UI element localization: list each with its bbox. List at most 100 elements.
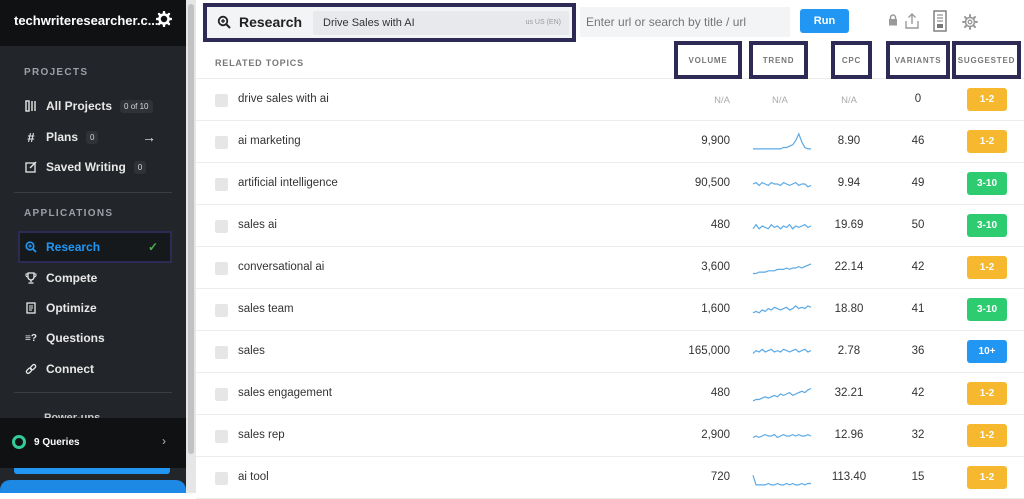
- trend-sparkline: [753, 263, 812, 275]
- chevron-right-icon[interactable]: ›: [162, 434, 166, 448]
- scrollbar[interactable]: [186, 0, 196, 493]
- sidebar-item-label: Research: [46, 240, 101, 254]
- suggested-badge[interactable]: 1-2: [967, 424, 1007, 447]
- sidebar-item-plans[interactable]: # Plans 0 →: [20, 123, 170, 151]
- trend-sparkline: [752, 475, 811, 486]
- row-checkbox[interactable]: [215, 262, 228, 275]
- row-keyword[interactable]: conversational ai: [238, 261, 324, 273]
- research-query-box: Research Drive Sales with AI us US (EN): [203, 3, 576, 42]
- table-header: RELATED TOPICS VOLUME TREND CPC VARIANTS…: [196, 41, 1024, 79]
- row-keyword[interactable]: ai marketing: [238, 135, 301, 147]
- suggested-badge[interactable]: 3-10: [967, 298, 1007, 321]
- suggested-badge[interactable]: 10+: [967, 340, 1007, 363]
- row-keyword[interactable]: artificial intelligence: [238, 177, 338, 189]
- table-row[interactable]: sales 165,000 2.78 36 10+: [196, 331, 1024, 373]
- table-row[interactable]: sales team 1,600 18.80 41 3-10: [196, 289, 1024, 331]
- topic-input[interactable]: Drive Sales with AI us US (EN): [313, 11, 569, 35]
- gear-icon[interactable]: [156, 11, 172, 27]
- row-keyword[interactable]: sales ai: [238, 219, 277, 231]
- table-row[interactable]: conversational ai 3,600 22.14 42 1-2: [196, 247, 1024, 289]
- sidebar-divider: [14, 192, 172, 193]
- sidebar-bottom-button[interactable]: [0, 480, 186, 493]
- arrow-right-icon[interactable]: →: [142, 129, 156, 145]
- row-volume: 90,500: [694, 177, 730, 189]
- row-variants: 32: [911, 429, 925, 441]
- sidebar-item-connect[interactable]: Connect: [20, 355, 170, 383]
- project-count-badge: 0 of 10: [120, 99, 153, 113]
- row-keyword[interactable]: sales rep: [238, 429, 285, 441]
- suggested-badge[interactable]: 3-10: [967, 172, 1007, 195]
- row-checkbox[interactable]: [215, 472, 228, 485]
- table-row[interactable]: drive sales with ai N/A N/A N/A 0 1-2: [196, 79, 1024, 121]
- column-header-cpc[interactable]: CPC: [831, 41, 872, 79]
- trend-line: [752, 387, 812, 402]
- trend-line: [752, 181, 812, 188]
- table-row[interactable]: sales engagement 480 32.21 42 1-2: [196, 373, 1024, 415]
- locale-selector[interactable]: us US (EN): [526, 19, 561, 26]
- row-keyword[interactable]: sales team: [238, 303, 294, 315]
- sidebar-item-label: Saved Writing: [46, 160, 126, 174]
- row-variants: 42: [911, 261, 925, 273]
- sidebar-item-saved-writing[interactable]: Saved Writing 0: [20, 153, 170, 181]
- sidebar-item-label: Optimize: [46, 301, 97, 315]
- row-checkbox[interactable]: [215, 136, 228, 149]
- suggested-badge[interactable]: 1-2: [967, 382, 1007, 405]
- sidebar-item-label: Connect: [46, 362, 94, 376]
- settings-gear-icon[interactable]: [962, 13, 978, 31]
- trend-line: [752, 223, 812, 230]
- row-keyword[interactable]: sales engagement: [238, 387, 332, 399]
- run-button[interactable]: Run: [800, 9, 849, 33]
- column-header-variants[interactable]: VARIANTS: [886, 41, 950, 79]
- lock-icon[interactable]: [888, 14, 898, 26]
- sidebar-item-research[interactable]: Research ✓: [18, 231, 172, 263]
- sidebar-item-compete[interactable]: Compete: [20, 264, 170, 292]
- table-row[interactable]: sales rep 2,900 12.96 32 1-2: [196, 415, 1024, 457]
- sidebar-item-optimize[interactable]: Optimize: [20, 294, 170, 322]
- columns-icon: [24, 99, 38, 113]
- queries-bar[interactable]: 9 Queries ›: [0, 418, 186, 468]
- scrollbar-thumb[interactable]: [188, 4, 194, 454]
- trend-line: [752, 433, 812, 439]
- row-keyword[interactable]: ai tool: [238, 471, 269, 483]
- table-row[interactable]: artificial intelligence 90,500 9.94 49 3-10: [196, 163, 1024, 205]
- row-checkbox[interactable]: [215, 220, 228, 233]
- workspace-name[interactable]: techwriteresearcher.c...: [14, 13, 159, 28]
- workspace-header[interactable]: techwriteresearcher.c...: [0, 0, 186, 46]
- row-variants: 0: [914, 93, 922, 105]
- column-header-suggested[interactable]: SUGGESTED: [952, 41, 1021, 79]
- column-header-trend[interactable]: TREND: [749, 41, 808, 79]
- column-header-volume[interactable]: VOLUME: [674, 41, 742, 79]
- suggested-badge[interactable]: 3-10: [967, 214, 1007, 237]
- row-checkbox[interactable]: [215, 304, 228, 317]
- row-checkbox[interactable]: [215, 178, 228, 191]
- row-checkbox[interactable]: [215, 94, 228, 107]
- sidebar-item-all-projects[interactable]: All Projects 0 of 10: [20, 92, 170, 120]
- row-volume: 720: [710, 471, 730, 483]
- row-checkbox[interactable]: [215, 346, 228, 359]
- queries-progress-bar: [14, 468, 170, 474]
- plans-count-badge: 0: [86, 130, 99, 144]
- document-list-icon[interactable]: [932, 10, 948, 32]
- row-checkbox[interactable]: [215, 388, 228, 401]
- row-checkbox[interactable]: [215, 430, 228, 443]
- table-row[interactable]: ai marketing 9,900 8.90 46 1-2: [196, 121, 1024, 163]
- table-row[interactable]: sales ai 480 19.69 50 3-10: [196, 205, 1024, 247]
- suggested-badge[interactable]: 1-2: [967, 466, 1007, 489]
- row-variants: 42: [911, 387, 925, 399]
- sidebar-item-questions[interactable]: ≡? Questions: [20, 324, 170, 352]
- trend-sparkline: [752, 433, 812, 439]
- research-label: Research: [239, 14, 303, 30]
- row-keyword[interactable]: sales: [238, 345, 265, 357]
- row-cpc: 2.78: [837, 345, 861, 357]
- row-cpc: 113.40: [831, 471, 867, 483]
- sidebar: techwriteresearcher.c... PROJECTS All Pr…: [0, 0, 186, 493]
- upload-icon[interactable]: [904, 12, 920, 30]
- search-zoom-icon: [217, 15, 231, 29]
- url-search-input[interactable]: [580, 7, 790, 37]
- question-icon: ≡?: [25, 332, 37, 344]
- row-keyword[interactable]: drive sales with ai: [238, 93, 329, 105]
- suggested-badge[interactable]: 1-2: [967, 256, 1007, 279]
- suggested-badge[interactable]: 1-2: [967, 130, 1007, 153]
- topic-value[interactable]: Drive Sales with AI: [323, 17, 415, 29]
- suggested-badge[interactable]: 1-2: [967, 88, 1007, 111]
